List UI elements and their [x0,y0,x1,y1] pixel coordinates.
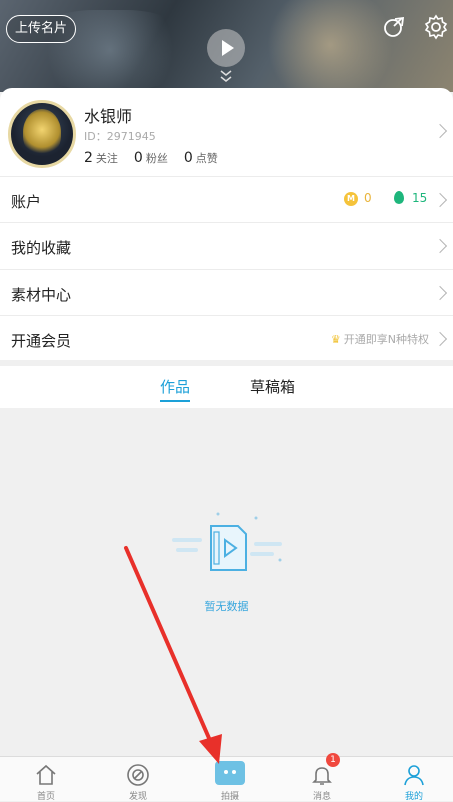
profile-card: 水银师 ID：2971945 2 关注 0 粉丝 0 点赞 账户 M 0 15 我的收… [0,88,453,360]
materials-label: 素材中心 [11,286,72,304]
nav-home[interactable]: 首页 [16,757,76,802]
user-icon [404,765,424,786]
play-video-button[interactable] [207,29,245,67]
materials-chevron-icon [432,285,448,301]
avatar[interactable] [8,100,76,168]
vip-chevron-icon [432,331,448,347]
favorites-label: 我的收藏 [11,239,72,257]
works-empty-state: 暂无数据 [0,408,453,756]
vip-promo: ♛ 开通即享N种特权 [330,333,429,346]
drop-icon [394,191,404,204]
fans-stat[interactable]: 0 粉丝 [134,150,168,166]
empty-video-icon [172,512,282,571]
content-tabs: 作品 草稿箱 [0,366,453,408]
profile-stats: 2 关注 0 粉丝 0 点赞 [84,150,218,166]
share-icon[interactable] [381,14,407,40]
nav-shoot[interactable]: 拍摄 [200,757,260,802]
banner-background-image [260,0,400,92]
crown-icon: ♛ [330,333,341,346]
vip-row[interactable]: 开通会员 ♛ 开通即享N种特权 [0,315,453,362]
favorites-row[interactable]: 我的收藏 [0,222,453,269]
nav-profile[interactable]: 我的 [384,757,444,802]
camera-icon [215,761,245,785]
bottom-navbar: 首页 发现 拍摄 1 消息 我的 [0,753,453,802]
drop-value: 15 [412,191,428,205]
favorites-chevron-icon [432,238,448,254]
tab-works[interactable]: 作品 [160,376,190,397]
coin-value: 0 [364,191,372,205]
expand-chevron-icon[interactable] [218,68,234,84]
user-id: ID：2971945 [84,130,156,143]
vip-label: 开通会员 [11,332,72,350]
tab-drafts[interactable]: 草稿箱 [250,376,295,397]
account-row[interactable]: 账户 M 0 15 [0,176,453,223]
upload-card-button[interactable]: 上传名片 [6,15,77,43]
active-tab-indicator [160,400,190,402]
account-label: 账户 [11,193,42,211]
nav-discover[interactable]: 发现 [108,757,168,802]
likes-stat[interactable]: 0 点赞 [184,150,218,166]
materials-row[interactable]: 素材中心 [0,269,453,316]
settings-gear-icon[interactable] [423,14,449,40]
discover-icon [127,764,149,786]
coin-icon: M [344,192,358,206]
following-stat[interactable]: 2 关注 [84,150,118,166]
username: 水银师 [84,107,133,126]
profile-chevron-icon[interactable] [432,123,448,139]
message-badge: 1 [326,753,340,767]
account-chevron-icon [432,192,448,208]
empty-state-text: 暂无数据 [204,600,249,613]
nav-messages[interactable]: 1 消息 [292,753,352,802]
profile-header-banner: 上传名片 [0,0,453,92]
home-icon [36,764,56,785]
